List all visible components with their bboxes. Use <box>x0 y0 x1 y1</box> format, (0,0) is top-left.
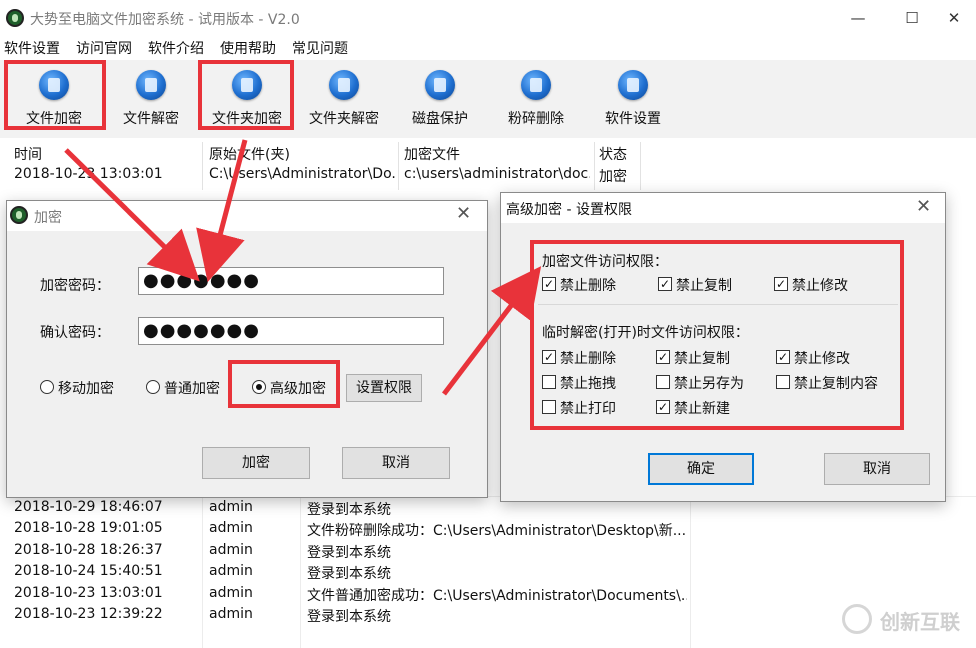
watermark-text: 创新互联 <box>880 610 960 634</box>
arrow-to-password <box>64 148 200 282</box>
watermark-logo-icon <box>842 604 872 634</box>
arrow-to-permissions <box>442 266 542 396</box>
annotation-arrows <box>64 139 542 396</box>
arrow-to-password-2 <box>196 139 248 283</box>
